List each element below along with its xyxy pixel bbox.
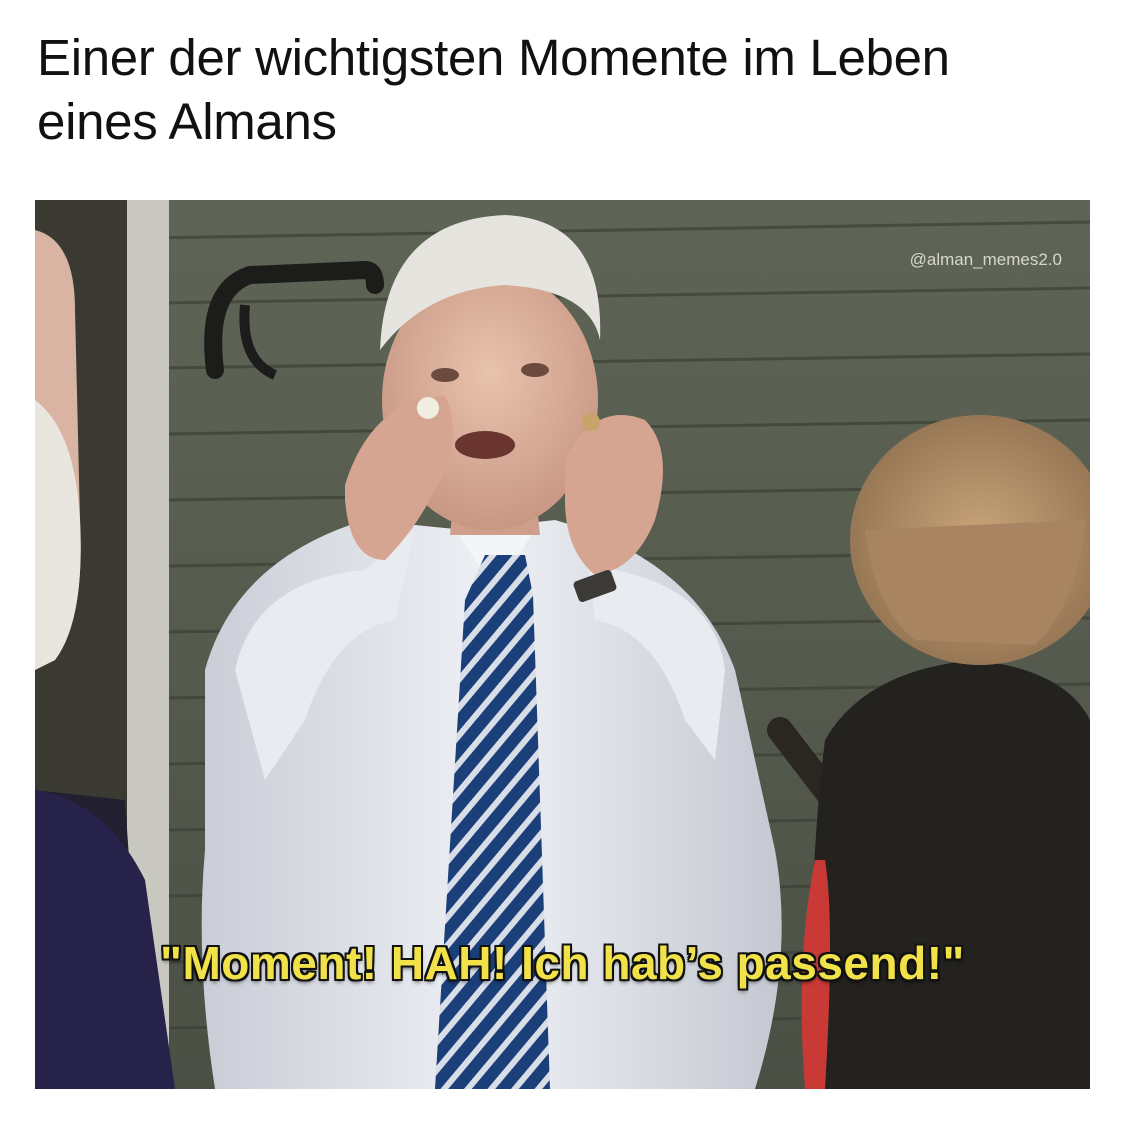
caption-line-2: eines Almans — [37, 93, 337, 150]
meme-caption: Einer der wichtigsten Momente im Leben e… — [37, 26, 1087, 154]
coin-left — [417, 397, 439, 419]
coin-right — [582, 413, 600, 431]
caption-line-1: Einer der wichtigsten Momente im Leben — [37, 29, 950, 86]
watermark-handle: @alman_memes2.0 — [909, 250, 1062, 269]
meme-photo: @alman_memes2.0 "Moment! HAH! Ich hab’s … — [35, 200, 1090, 1089]
subtitle-text: "Moment! HAH! Ich hab’s passend!" — [160, 937, 965, 989]
